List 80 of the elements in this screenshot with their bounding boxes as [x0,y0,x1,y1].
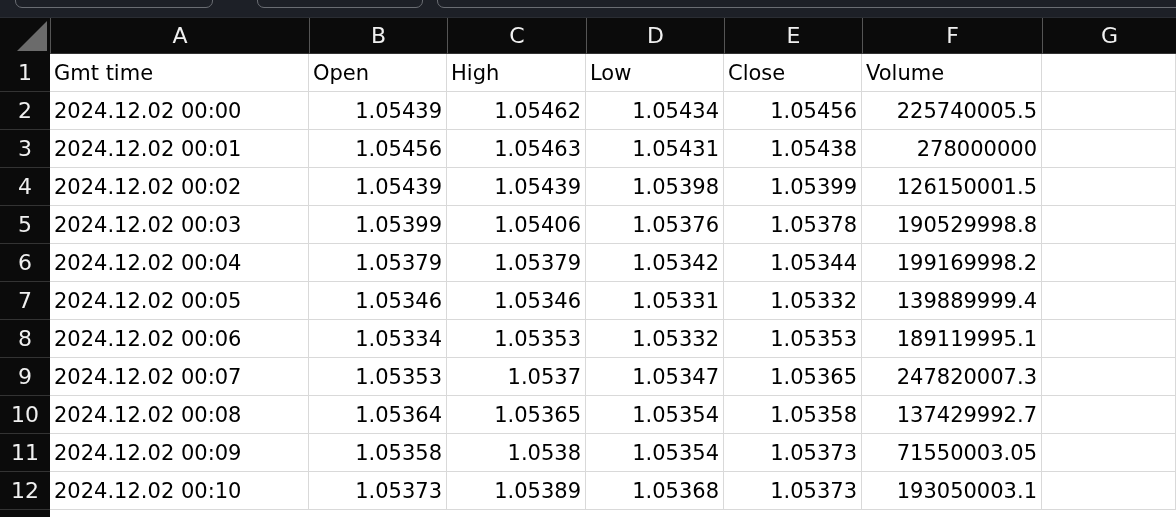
table-cell: 1.05331 [632,288,719,313]
table-cell: 1.05347 [632,364,719,389]
table-cell: 1.05365 [494,402,581,427]
table-cell: Open [313,60,370,85]
table-cell: Volume [866,60,945,85]
table-cell: 2024.12.02 00:03 [54,212,242,237]
table-cell: Low [590,60,632,85]
column-header[interactable]: E [724,18,862,54]
table-cell: 1.05358 [770,402,857,427]
table-cell: 225740005.5 [896,98,1037,123]
table-cell: 1.05431 [632,136,719,161]
table-cell: 1.05353 [770,326,857,351]
table-cell: 1.05463 [494,136,581,161]
column-header[interactable]: D [586,18,724,54]
table-cell: 1.05365 [770,364,857,389]
table-cell: 199169998.2 [896,250,1037,275]
table-cell: 1.05439 [494,174,581,199]
table-cell: 1.05438 [770,136,857,161]
table-cell: 1.05378 [770,212,857,237]
table-cell: Close [728,60,786,85]
table-cell: 1.05332 [632,326,719,351]
table-cell: 1.05354 [632,402,719,427]
table-cell: 1.05346 [355,288,442,313]
table-cell: High [451,60,500,85]
table-cell: 2024.12.02 00:06 [54,326,242,351]
table-cell: 2024.12.02 00:00 [54,98,242,123]
table-cell: 1.05373 [355,478,442,503]
table-cell: 278000000 [916,136,1037,161]
table-cell: 1.05354 [632,440,719,465]
table-cell: 71550003.05 [896,440,1037,465]
table-cell: 1.05456 [355,136,442,161]
table-cell: 1.05358 [355,440,442,465]
column-header[interactable]: B [309,18,447,54]
table-cell: 126150001.5 [896,174,1037,199]
table-cell: 137429992.7 [896,402,1037,427]
table-cell: Gmt time [54,60,154,85]
select-all-icon[interactable] [17,21,47,51]
table-cell: 2024.12.02 00:04 [54,250,242,275]
table-cell: 1.05376 [632,212,719,237]
table-cell: 1.05462 [494,98,581,123]
table-cell: 1.05373 [770,478,857,503]
table-cell: 1.05389 [494,478,581,503]
table-cell: 1.0538 [507,440,581,465]
table-cell: 1.05346 [494,288,581,313]
table-cell: 2024.12.02 00:02 [54,174,242,199]
column-header[interactable]: G [1042,18,1176,54]
table-cell: 1.05373 [770,440,857,465]
table-cell: 190529998.8 [896,212,1037,237]
table-cell: 1.05353 [494,326,581,351]
table-cell: 1.05332 [770,288,857,313]
table-cell: 193050003.1 [896,478,1037,503]
table-cell: 1.05406 [494,212,581,237]
table-cell: 1.05434 [632,98,719,123]
table-cell: 247820007.3 [896,364,1037,389]
table-cell: 1.05379 [494,250,581,275]
table-cell: 189119995.1 [896,326,1037,351]
table-cell: 1.05353 [355,364,442,389]
table-cell: 1.05344 [770,250,857,275]
column-header[interactable]: A [50,18,309,54]
table-cell: 1.05398 [632,174,719,199]
table-cell: 2024.12.02 00:01 [54,136,242,161]
table-cell: 1.05379 [355,250,442,275]
table-cell: 1.05456 [770,98,857,123]
table-cell: 1.05364 [355,402,442,427]
table-cell: 1.05334 [355,326,442,351]
table-cell: 1.05399 [770,174,857,199]
table-cell: 2024.12.02 00:09 [54,440,242,465]
table-cell: 1.05342 [632,250,719,275]
column-header[interactable]: F [862,18,1042,54]
table-cell: 2024.12.02 00:05 [54,288,242,313]
table-cell: 2024.12.02 00:10 [54,478,242,503]
column-header[interactable]: C [447,18,586,54]
table-cell: 1.05439 [355,98,442,123]
table-cell: 2024.12.02 00:07 [54,364,242,389]
table-cell: 1.05399 [355,212,442,237]
table-cell: 139889999.4 [896,288,1037,313]
table-cell: 1.05439 [355,174,442,199]
table-cell: 2024.12.02 00:08 [54,402,242,427]
table-cell: 1.05368 [632,478,719,503]
table-cell: 1.0537 [507,364,581,389]
